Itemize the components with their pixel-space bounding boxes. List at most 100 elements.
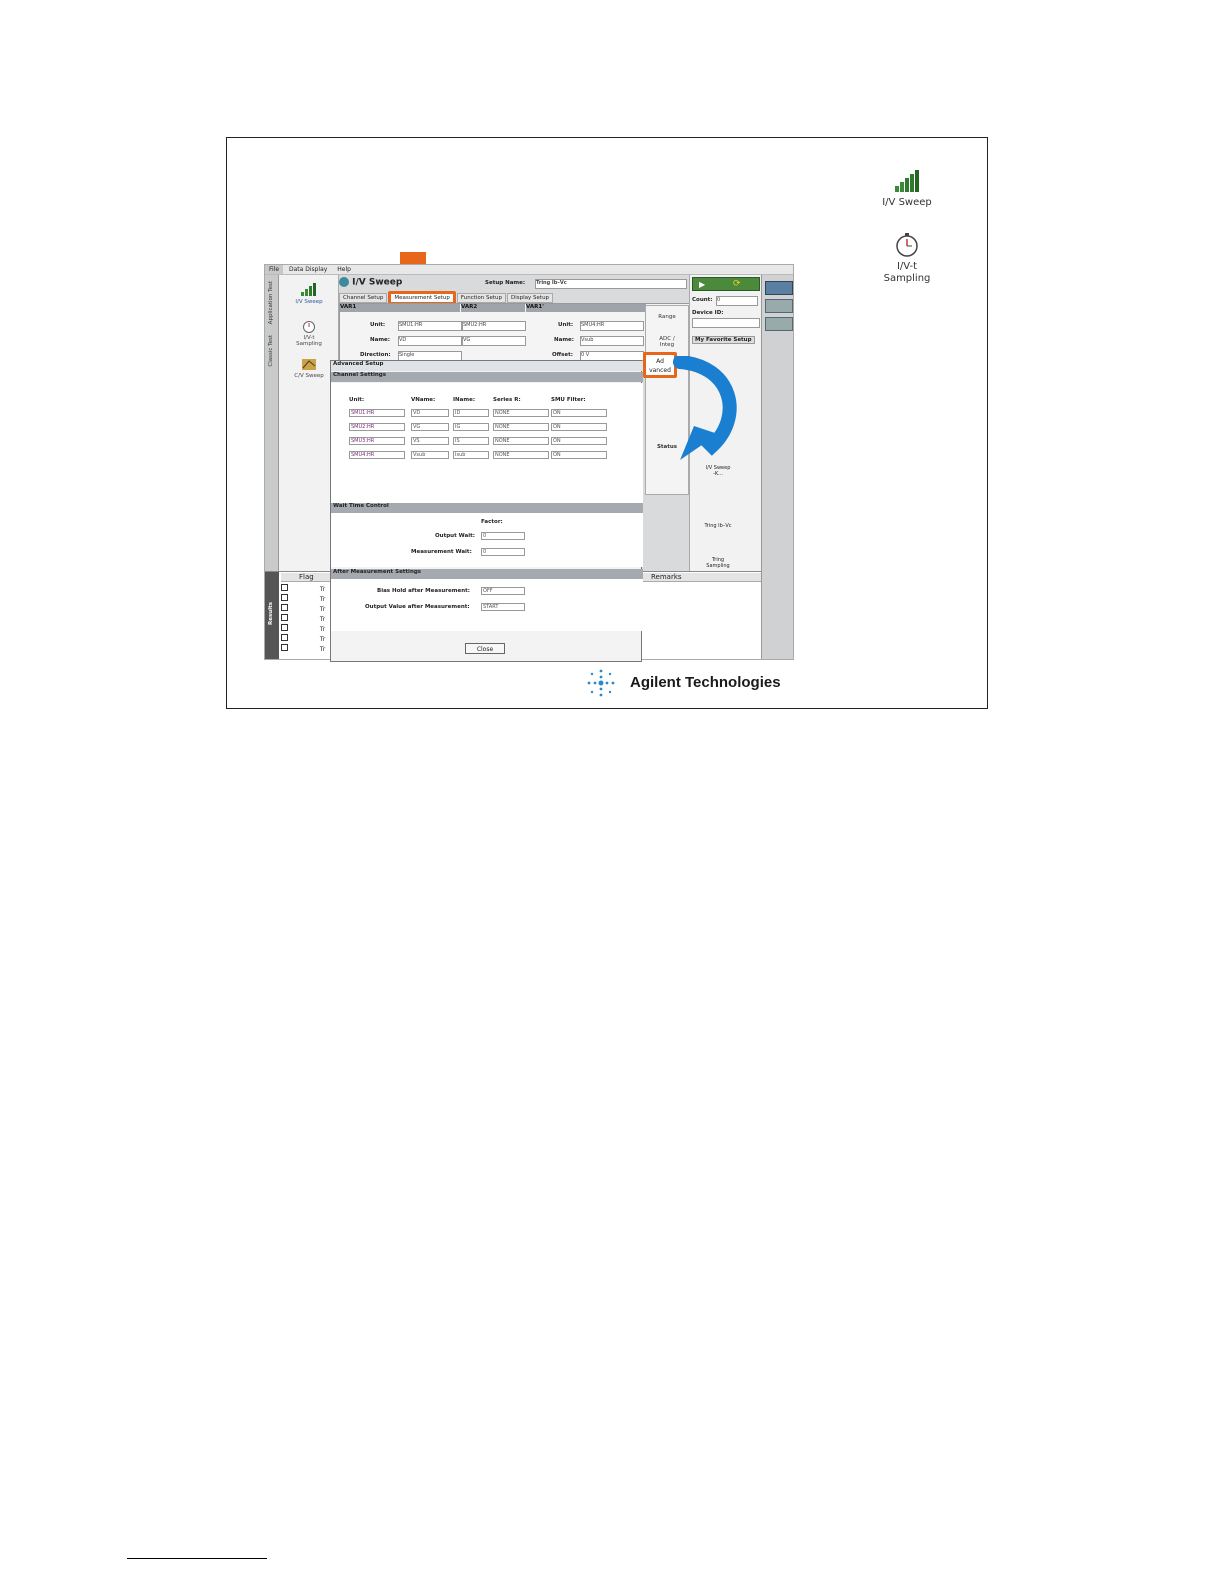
tab-application-test[interactable]: Application Test (268, 281, 274, 324)
fav-item-sampling[interactable]: Tring Sampling (698, 557, 738, 569)
series-r-select[interactable]: NONE (493, 409, 549, 417)
output-after-select[interactable]: START (481, 603, 525, 611)
unit-cell[interactable]: SMU1:HR (349, 409, 405, 417)
tab-channel-setup[interactable]: Channel Setup (339, 293, 388, 303)
row-checkbox[interactable] (281, 594, 288, 601)
var1-unit-label: Unit: (370, 322, 386, 328)
curved-arrow-icon (673, 356, 737, 460)
col-vname: VName: (411, 397, 436, 403)
after-measurement-header: After Measurement Settings (331, 569, 643, 579)
row-label: Tr (319, 606, 326, 613)
smu-filter-select[interactable]: ON (551, 437, 607, 445)
results-side-tab[interactable]: Results (265, 572, 279, 659)
var1p-name-input[interactable]: Vsub (580, 336, 644, 346)
staircase-icon (301, 283, 316, 296)
row-label: Tr (319, 626, 326, 633)
var1p-unit-label: Unit: (558, 322, 574, 328)
smu-filter-select[interactable]: ON (551, 451, 607, 459)
var1-unit-select[interactable]: SMU1:HR (398, 321, 462, 331)
channel-settings-body: Unit: VName: IName: Series R: SMU Filter… (331, 383, 643, 507)
var1-name-input[interactable]: VD (398, 336, 462, 346)
vname-input[interactable]: VG (411, 423, 449, 431)
row-checkbox[interactable] (281, 604, 288, 611)
measurement-wait-input[interactable]: 0 (481, 548, 525, 556)
row-checkbox[interactable] (281, 584, 288, 591)
vname-input[interactable]: VS (411, 437, 449, 445)
series-r-select[interactable]: NONE (493, 437, 549, 445)
wait-time-header: Wait Time Control (331, 503, 643, 513)
ivt-sampling-shortcut[interactable]: I/V-t Sampling (872, 232, 942, 290)
after-measurement-body: Bias Hold after Measurement: OFF Output … (331, 579, 643, 631)
series-r-select[interactable]: NONE (493, 423, 549, 431)
unit-cell[interactable]: SMU2:HR (349, 423, 405, 431)
col-smu-filter: SMU Filter: (551, 397, 586, 403)
unit-cell[interactable]: SMU3:HR (349, 437, 405, 445)
cv-icon (302, 359, 316, 370)
results-side-label: Results (268, 602, 274, 625)
col-iname: IName: (453, 397, 476, 403)
row-checkbox[interactable] (281, 624, 288, 631)
left-item-label: I/V Sweep (295, 299, 323, 305)
left-item-ivt-sampling[interactable]: I/V-t Sampling (279, 319, 339, 347)
output-wait-input[interactable]: 0 (481, 532, 525, 540)
far-right-toolbar (761, 275, 793, 659)
var1-header: VAR1 (340, 304, 460, 312)
var1p-unit-select[interactable]: SMU4:HR (580, 321, 644, 331)
var1-direction-label: Direction: (360, 352, 391, 358)
adc-integ-button[interactable]: ADC / Integ (648, 336, 686, 348)
remarks-column-header: Remarks (651, 573, 682, 581)
smu-filter-select[interactable]: ON (551, 423, 607, 431)
menu-data-display[interactable]: Data Display (285, 265, 331, 274)
play-icon[interactable]: ▶ (699, 280, 705, 289)
device-id-label: Device ID: (692, 310, 724, 316)
repeat-icon[interactable]: ⟳ (733, 279, 741, 289)
stopwatch-icon (303, 321, 315, 333)
tab-classic-test[interactable]: Classic Test (268, 335, 274, 367)
output-after-label: Output Value after Measurement: (365, 604, 470, 610)
row-checkbox[interactable] (281, 634, 288, 641)
output-wait-label: Output Wait: (435, 533, 475, 539)
menu-bar: File Data Display Help (265, 265, 793, 275)
iname-input[interactable]: IS (453, 437, 489, 445)
agilent-wordmark: Agilent Technologies (630, 674, 781, 691)
staircase-icon (895, 170, 919, 192)
vname-input[interactable]: VD (411, 409, 449, 417)
wait-time-body: Factor: Output Wait: 0 Measurement Wait:… (331, 513, 643, 567)
device-id-input[interactable] (692, 318, 760, 328)
favorites-dropdown[interactable]: My Favorite Setup (692, 336, 755, 344)
menu-help[interactable]: Help (333, 265, 355, 274)
menu-file[interactable]: File (265, 265, 284, 274)
row-checkbox[interactable] (281, 644, 288, 651)
col-unit: Unit: (349, 397, 365, 403)
unit-cell[interactable]: SMU4:HR (349, 451, 405, 459)
view-button-1[interactable] (765, 281, 793, 295)
iv-sweep-shortcut[interactable]: I/V Sweep (872, 168, 942, 216)
var1-name-label: Name: (370, 337, 390, 343)
iname-input[interactable]: IG (453, 423, 489, 431)
iname-input[interactable]: ID (453, 409, 489, 417)
row-checkbox[interactable] (281, 614, 288, 621)
range-button[interactable]: Range (648, 314, 686, 320)
bias-hold-select[interactable]: OFF (481, 587, 525, 595)
iname-input[interactable]: Isub (453, 451, 489, 459)
tab-function-setup[interactable]: Function Setup (456, 293, 507, 303)
fav-item-tring[interactable]: Tring Ib–Vc (698, 523, 738, 529)
var2-unit-select[interactable]: SMU2:HR (462, 321, 526, 331)
setup-name-input[interactable]: Tring Ib–Vc (535, 279, 687, 289)
smu-filter-select[interactable]: ON (551, 409, 607, 417)
var2-name-input[interactable]: VG (462, 336, 526, 346)
left-item-iv-sweep[interactable]: I/V Sweep (279, 281, 339, 305)
series-r-select[interactable]: NONE (493, 451, 549, 459)
count-input[interactable]: 0 (716, 296, 758, 306)
vname-input[interactable]: Vsub (411, 451, 449, 459)
dialog-title: Advanced Setup (331, 361, 643, 371)
footnote-rule (127, 1558, 267, 1559)
iv-sweep-label: I/V Sweep (882, 197, 932, 208)
view-button-2[interactable] (765, 299, 793, 313)
count-label: Count: (692, 297, 713, 303)
close-button[interactable]: Close (465, 643, 505, 654)
channel-settings-header: Channel Settings (331, 372, 643, 382)
tab-display-setup[interactable]: Display Setup (507, 293, 554, 303)
view-button-3[interactable] (765, 317, 793, 331)
stopwatch-icon (896, 233, 918, 257)
